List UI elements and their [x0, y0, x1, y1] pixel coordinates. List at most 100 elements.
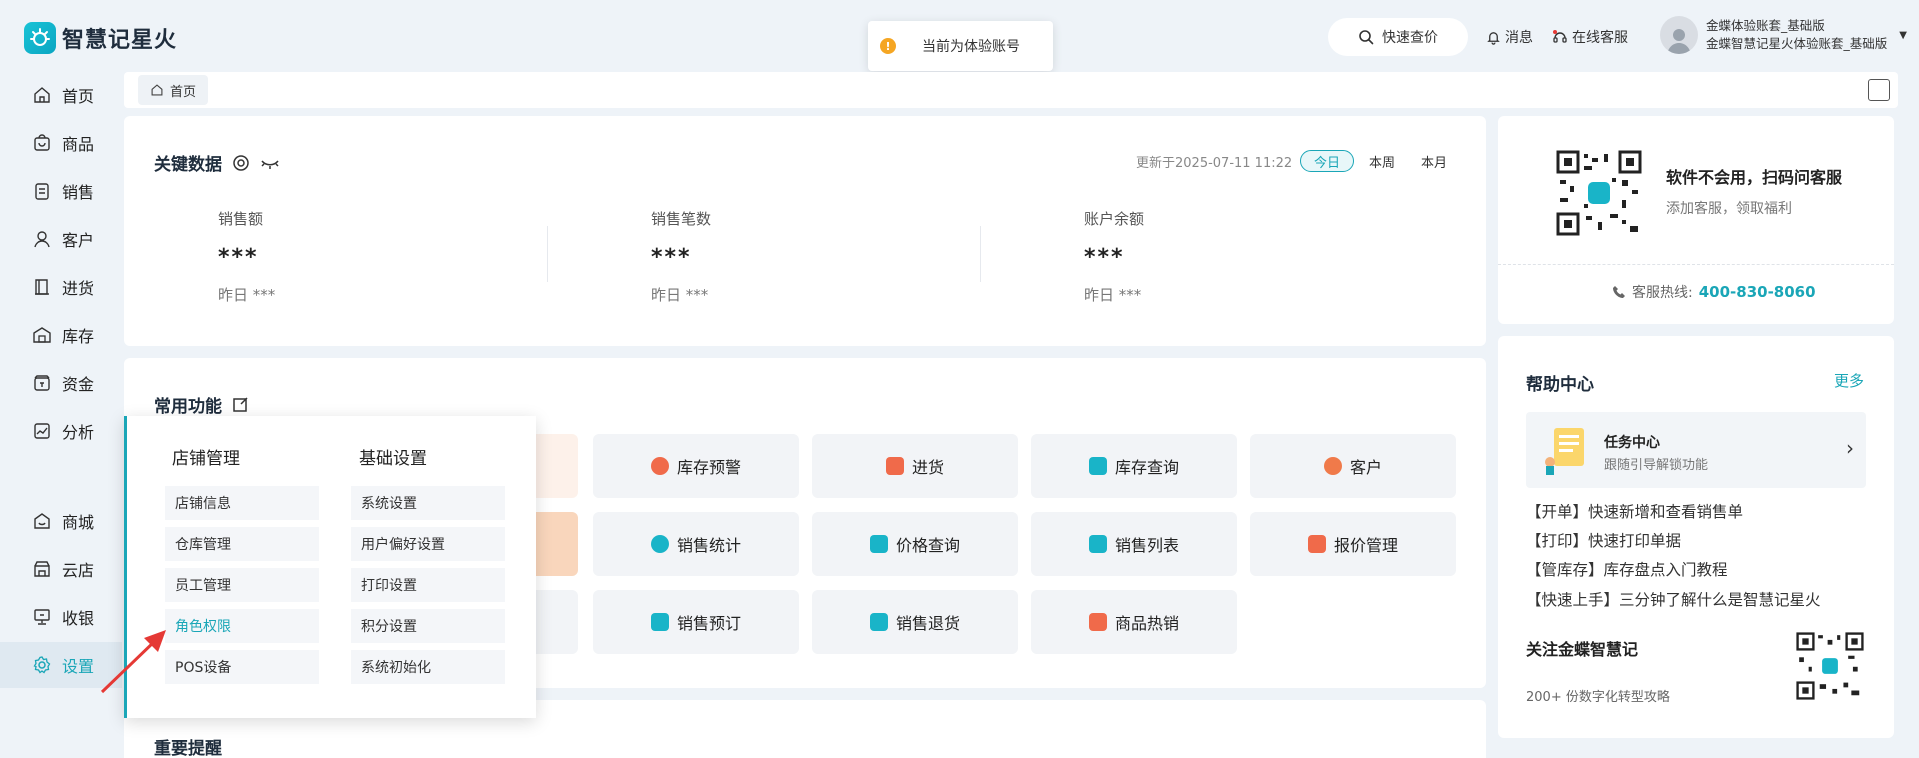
warning-icon: !	[880, 38, 896, 54]
divider	[1498, 264, 1894, 265]
quick-price-button[interactable]: 快速查价	[1328, 18, 1468, 56]
key-data-title-row: 关键数据	[154, 150, 280, 175]
function-price-query[interactable]: 价格查询	[812, 512, 1018, 576]
function-hot-products[interactable]: 商品热销	[1031, 590, 1237, 654]
edit-icon[interactable]	[232, 396, 249, 413]
bar-chart-icon	[1088, 613, 1107, 631]
service-title: 软件不会用，扫码问客服	[1666, 168, 1843, 187]
menu-item-pos-devices[interactable]: POS设备	[165, 650, 319, 684]
sales-icon	[35, 183, 49, 200]
customer-icon	[34, 231, 50, 248]
metric-yesterday: 昨日 ***	[1084, 286, 1142, 304]
help-link[interactable]: 【管库存】库存盘点入门教程	[1526, 558, 1728, 580]
function-sales-return[interactable]: 销售退货	[812, 590, 1018, 654]
online-service-label: 在线客服	[1572, 30, 1628, 46]
eye-closed-icon[interactable]	[260, 154, 280, 172]
period-week-button[interactable]: 本周	[1362, 150, 1402, 172]
menu-item-staff-management[interactable]: 员工管理	[165, 568, 319, 602]
sidebar-item-customers[interactable]: 客户	[0, 216, 122, 262]
function-customer[interactable]: 客户	[1250, 434, 1456, 498]
app-logo[interactable]: 智慧记星火	[24, 22, 177, 54]
quick-price-label: 快速查价	[1382, 30, 1438, 46]
sidebar-item-inventory[interactable]: 库存	[0, 312, 122, 358]
chevron-down-icon: ▼	[1899, 29, 1907, 41]
sidebar-item-label: 首页	[62, 87, 95, 106]
sidebar-item-label: 库存	[62, 327, 95, 346]
metric-label: 销售笔数	[651, 210, 712, 228]
hotline-number[interactable]: 400-830-8060	[1699, 283, 1816, 301]
sidebar-item-sales[interactable]: 销售	[0, 168, 122, 214]
menu-item-points-settings[interactable]: 积分设置	[351, 609, 505, 643]
sidebar-item-mall[interactable]: 商城	[0, 498, 122, 544]
top-bar: 智慧记星火 ! 当前为体验账号 快速查价 消息 在线客服 金蝶体验账套_基础版 …	[0, 0, 1919, 72]
key-data-card	[124, 116, 1486, 346]
menu-item-system-init[interactable]: 系统初始化	[351, 650, 505, 684]
gear-icon	[33, 656, 51, 674]
function-label: 销售列表	[1114, 536, 1179, 555]
pie-chart-icon	[650, 535, 669, 553]
task-center-card[interactable]: 任务中心 跟随引导解锁功能 ›	[1526, 412, 1866, 488]
metric-value: ***	[1084, 245, 1125, 270]
hotline-label: 客服热线:	[1632, 285, 1693, 301]
menu-item-warehouse-management[interactable]: 仓库管理	[165, 527, 319, 561]
menu-item-user-preferences[interactable]: 用户偏好设置	[351, 527, 505, 561]
function-sales-reservation[interactable]: 销售预订	[593, 590, 799, 654]
stock-alert-icon	[650, 457, 669, 475]
sidebar-item-funds[interactable]: 资金	[0, 360, 122, 406]
function-quote-management[interactable]: 报价管理	[1250, 512, 1456, 576]
function-label: 销售统计	[676, 536, 741, 555]
function-sales-stats[interactable]: 销售统计	[593, 512, 799, 576]
help-link[interactable]: 【开单】快速新增和查看销售单	[1526, 500, 1743, 522]
metric-sales-count: 销售笔数 *** 昨日 ***	[651, 208, 711, 305]
menu-item-system-settings[interactable]: 系统设置	[351, 486, 505, 520]
sidebar-item-label: 客户	[62, 231, 95, 250]
user-company-name: 金蝶智慧记星火体验账套_基础版	[1706, 36, 1888, 51]
messages-link[interactable]: 消息	[1486, 27, 1533, 47]
metric-label: 账户余额	[1084, 210, 1145, 228]
tab-label: 首页	[170, 84, 197, 100]
sidebar-item-label: 商城	[62, 513, 95, 532]
divider	[547, 226, 548, 282]
function-stock-query[interactable]: 库存查询	[1031, 434, 1237, 498]
function-sales-list[interactable]: 销售列表	[1031, 512, 1237, 576]
period-today-button[interactable]: 今日	[1300, 150, 1354, 172]
function-label: 销售退货	[895, 614, 960, 633]
goods-icon	[34, 134, 50, 151]
service-hotline: 客服热线: 400-830-8060	[1612, 282, 1816, 302]
chart-icon	[34, 423, 50, 439]
sidebar-item-analysis[interactable]: 分析	[0, 408, 122, 454]
function-stock-alert[interactable]: 库存预警	[593, 434, 799, 498]
sidebar-item-label: 分析	[62, 423, 95, 442]
function-label: 进货	[911, 458, 944, 477]
metric-yesterday: 昨日 ***	[218, 286, 276, 304]
online-service-link[interactable]: 在线客服	[1552, 27, 1628, 47]
function-label: 客户	[1349, 458, 1382, 477]
fullscreen-icon[interactable]	[1868, 79, 1890, 101]
settings-flyout-menu: 店铺管理 基础设置 店铺信息 仓库管理 员工管理 角色权限 POS设备 系统设置…	[124, 416, 536, 718]
metric-value: ***	[651, 245, 692, 270]
settings-circle-icon[interactable]	[232, 154, 250, 172]
sidebar-item-goods[interactable]: 商品	[0, 120, 122, 166]
menu-item-shop-info[interactable]: 店铺信息	[165, 486, 319, 520]
period-month-button[interactable]: 本月	[1414, 150, 1454, 172]
user-menu[interactable]: 金蝶体验账套_基础版 金蝶智慧记星火体验账套_基础版 ▼	[1660, 16, 1907, 54]
shop-management-heading: 店铺管理	[172, 449, 240, 469]
sidebar-item-home[interactable]: 首页	[0, 72, 122, 118]
metric-yesterday: 昨日 ***	[651, 286, 709, 304]
logo-icon	[24, 22, 56, 54]
divider	[980, 226, 981, 282]
menu-item-print-settings[interactable]: 打印设置	[351, 568, 505, 602]
tab-bar: 首页	[124, 72, 1898, 108]
sidebar-item-purchase[interactable]: 进货	[0, 264, 122, 310]
sidebar-item-cloud-store[interactable]: 云店	[0, 546, 122, 592]
menu-item-role-permissions[interactable]: 角色权限	[165, 609, 319, 643]
service-qr-code	[1556, 150, 1642, 236]
function-label: 销售预订	[676, 614, 741, 633]
tab-home[interactable]: 首页	[138, 75, 209, 105]
help-link[interactable]: 【快速上手】三分钟了解什么是智慧记星火	[1526, 588, 1821, 610]
help-link[interactable]: 【打印】快速打印单据	[1526, 529, 1681, 551]
help-more-link[interactable]: 更多	[1834, 370, 1864, 391]
metric-account-balance: 账户余额 *** 昨日 ***	[1084, 208, 1144, 305]
sidebar-item-label: 进货	[62, 279, 95, 298]
function-purchase[interactable]: 进货	[812, 434, 1018, 498]
